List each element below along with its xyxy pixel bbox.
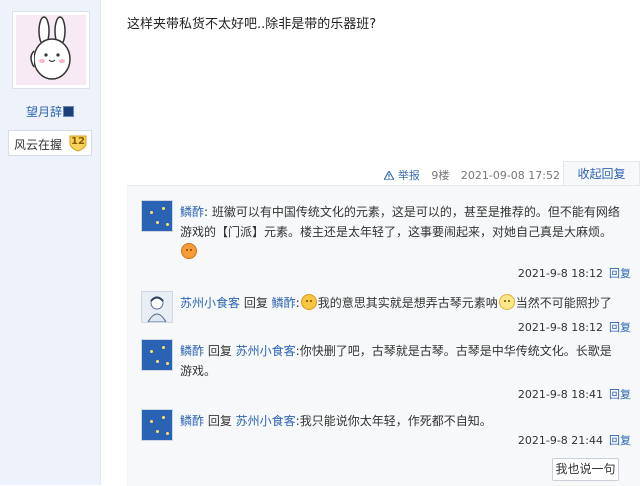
reply-avatar[interactable]	[141, 409, 173, 441]
rank-title: 风云在握	[14, 138, 63, 152]
reply-to-word: 回复	[240, 296, 272, 310]
reply-avatar[interactable]	[141, 200, 173, 232]
reply-text: : 班徽可以有中国传统文化的元素，这是可以的，甚至是推荐的。但不能有网络游戏的【…	[180, 205, 620, 239]
post-meta: 举报 9楼 2021-09-08 17:52	[383, 167, 560, 183]
reply-panel: 鳞酢: 班徽可以有中国传统文化的元素，这是可以的，甚至是推荐的。但不能有网络游戏…	[127, 185, 640, 486]
post-content: 这样夹带私货不太好吧..除非是带的乐器班?	[127, 17, 377, 32]
bunny-avatar-icon	[16, 15, 86, 85]
reply-time: 2021-9-8 18:41	[517, 388, 603, 401]
report-link[interactable]: 举报	[383, 169, 423, 182]
username[interactable]: 望月辞	[0, 103, 100, 120]
reply-author[interactable]: 鳞酢	[180, 344, 204, 358]
collapse-replies-button[interactable]: 收起回复	[563, 161, 640, 186]
level-badge: 12	[68, 134, 88, 152]
reply-to-user[interactable]: 苏州小食客	[236, 414, 296, 428]
reply-avatar[interactable]	[141, 339, 173, 371]
reply-avatar[interactable]	[141, 291, 173, 323]
reply-time: 2021-9-8 18:12	[517, 267, 603, 280]
reply-text: 当然不可能照抄了	[515, 296, 612, 310]
floor-number: 9楼	[431, 169, 450, 182]
reply-to-word: 回复	[204, 414, 236, 428]
warning-icon	[383, 169, 396, 181]
reply-to-user[interactable]: 苏州小食客	[236, 344, 296, 358]
reply-time: 2021-9-8 21:44	[517, 434, 603, 447]
reply-author[interactable]: 鳞酢	[180, 414, 204, 428]
reply-button[interactable]: 回复	[609, 388, 631, 401]
rank-box: 风云在握 12	[8, 130, 92, 156]
reply-meta: 2021-9-8 21:44 回复	[518, 432, 631, 448]
reply-button[interactable]: 回复	[609, 267, 631, 280]
user-sidebar: 望月辞 风云在握 12	[0, 0, 101, 485]
reply-button[interactable]: 回复	[609, 434, 631, 447]
reply-body: 鳞酢: 班徽可以有中国传统文化的元素，这是可以的，甚至是推荐的。但不能有网络游戏…	[180, 202, 620, 262]
sigh-emoji-icon	[181, 243, 197, 259]
reply-meta: 2021-9-8 18:41 回复	[518, 386, 631, 402]
reply-meta: 2021-9-8 18:12 回复	[518, 319, 631, 335]
reply-to-word: 回复	[204, 344, 236, 358]
reply-author[interactable]: 苏州小食客	[180, 296, 240, 310]
reply-body: 鳞酢 回复 苏州小食客:你快删了吧，古琴就是古琴。古琴是中华传统文化。长歌是游戏…	[180, 341, 620, 381]
reply-text: 我的意思其实就是想弄古琴元素呐	[317, 296, 498, 310]
reply-text: :我只能说你太年轻，作死都不自知。	[295, 414, 492, 428]
reply-meta: 2021-9-8 18:12 回复	[518, 265, 631, 281]
reply-body: 苏州小食客 回复 鳞酢: 我的意思其实就是想弄古琴元素呐 当然不可能照抄了	[180, 293, 620, 313]
reply-time: 2021-9-8 18:12	[517, 321, 603, 334]
user-badge-icon	[63, 106, 74, 117]
say-something-button[interactable]: 我也说一句	[552, 458, 619, 481]
star-emoji-icon	[498, 294, 515, 310]
reply-author[interactable]: 鳞酢	[180, 205, 204, 219]
reply-button[interactable]: 回复	[609, 321, 631, 334]
reply-text: :	[295, 296, 300, 310]
level-number: 12	[71, 136, 85, 147]
post-time: 2021-09-08 17:52	[460, 169, 560, 182]
avatar[interactable]	[12, 11, 90, 89]
smile-emoji-icon	[300, 294, 317, 310]
reply-to-user[interactable]: 鳞酢	[272, 296, 296, 310]
reply-body: 鳞酢 回复 苏州小食客:我只能说你太年轻，作死都不自知。	[180, 411, 620, 431]
